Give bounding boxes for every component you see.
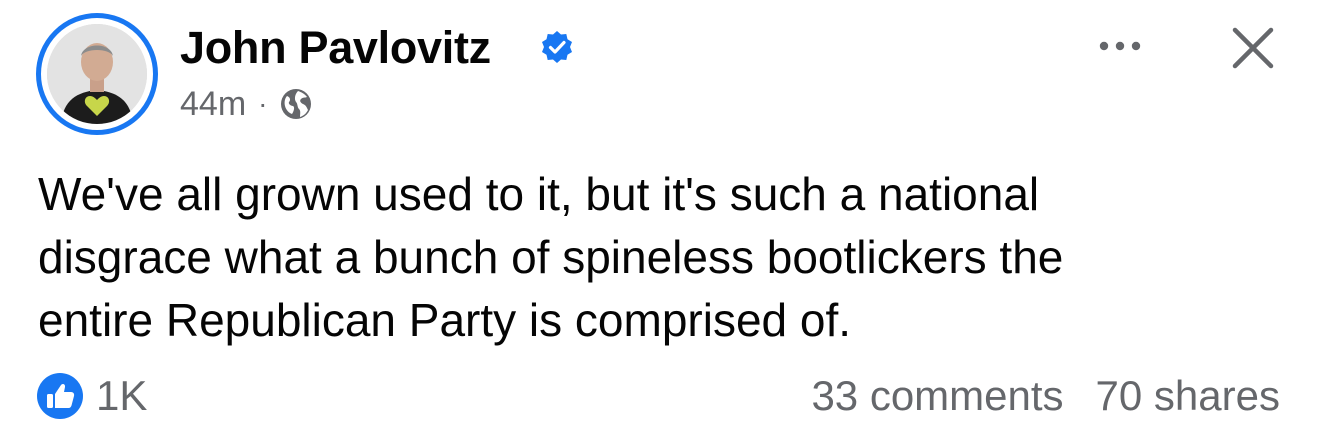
avatar[interactable]: [47, 24, 147, 124]
like-icon: [37, 373, 83, 419]
story-ring[interactable]: [36, 13, 158, 135]
post-time[interactable]: 44m: [180, 85, 246, 124]
reactions-summary[interactable]: 1K: [36, 371, 147, 421]
meta-separator: ·: [258, 88, 268, 119]
profile-photo-icon: [47, 24, 147, 124]
facebook-post: John Pavlovitz 44m · We've all grown use…: [0, 0, 1320, 447]
reaction-count: 1K: [96, 372, 148, 419]
close-icon: [1232, 27, 1274, 69]
author-name[interactable]: John Pavlovitz: [180, 22, 491, 74]
more-options-button[interactable]: [1088, 26, 1152, 66]
engagement-stats: 33 comments 70 shares: [811, 371, 1280, 421]
globe-icon[interactable]: [279, 87, 313, 121]
more-options-icon: [1099, 41, 1141, 51]
close-button[interactable]: [1225, 20, 1281, 76]
post-meta: 44m ·: [180, 84, 313, 124]
comments-link[interactable]: 33 comments: [811, 372, 1063, 420]
post-text-line: entire Republican Party is comprised of.: [38, 294, 852, 346]
shares-link[interactable]: 70 shares: [1096, 372, 1280, 420]
post-text: We've all grown used to it, but it's suc…: [38, 163, 1288, 352]
post-text-line: We've all grown used to it, but it's suc…: [38, 168, 1040, 220]
post-text-line: disgrace what a bunch of spineless bootl…: [38, 231, 1064, 283]
verified-badge-icon: [542, 31, 572, 63]
